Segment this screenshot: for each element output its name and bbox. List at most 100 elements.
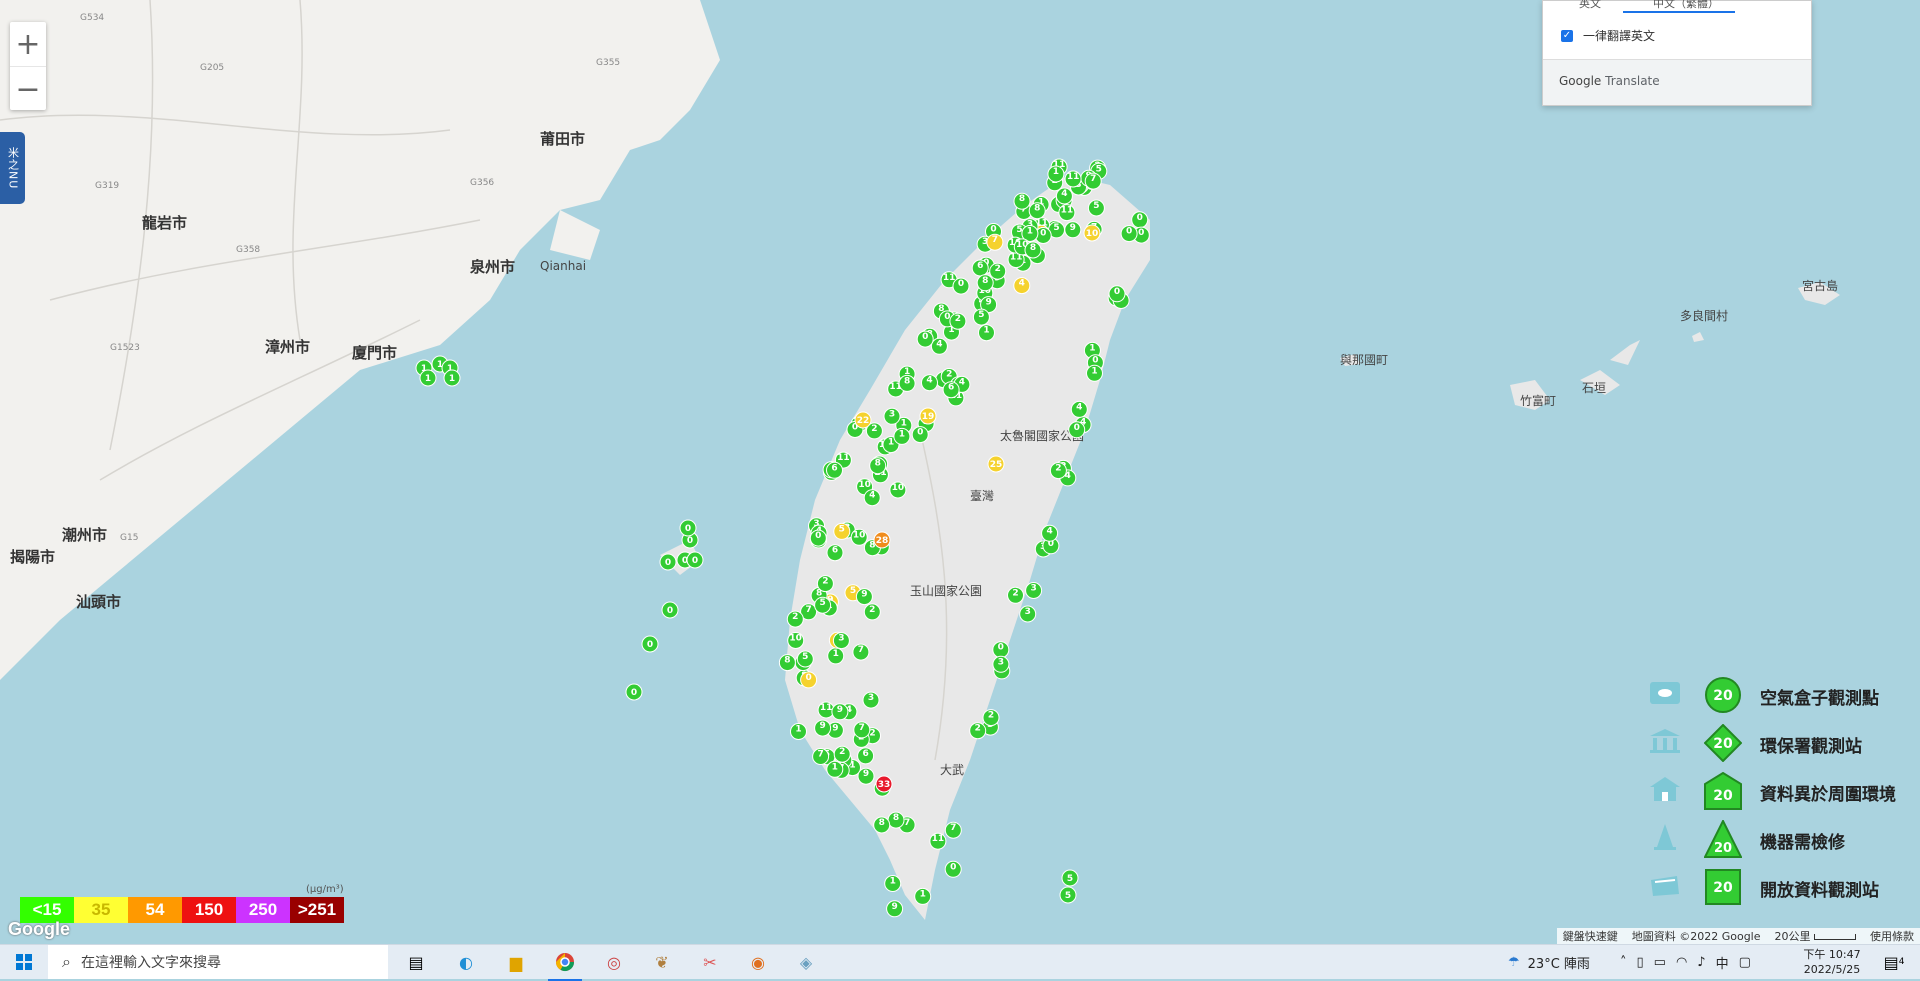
app-animal-icon[interactable]: ❦ <box>646 945 678 979</box>
sensor-marker-value: 0 <box>815 531 821 541</box>
weather-text: 23°C 陣雨 <box>1527 956 1590 972</box>
zoom-out-button[interactable]: − <box>10 67 46 111</box>
sensor-marker-value: 10 <box>858 480 871 490</box>
legend-label: 空氣盒子觀測點 <box>1760 689 1879 709</box>
city-label: 龍岩市 <box>142 214 187 232</box>
sensor-marker-value: 2 <box>822 577 828 587</box>
sensor-marker-value: 0 <box>917 428 923 438</box>
sensor-marker-value: 8 <box>879 818 885 828</box>
sensor-marker-value: 9 <box>891 902 897 912</box>
sensor-marker-value: 9 <box>863 769 869 779</box>
notification-count: 4 <box>1898 957 1905 967</box>
taskbar-search-box[interactable]: ⌕ 在這裡輸入文字來搜尋 <box>48 945 388 979</box>
sensor-marker-value: 8 <box>1030 243 1036 253</box>
checkbox-icon[interactable]: ✓ <box>1561 29 1573 42</box>
always-translate-row[interactable]: ✓ 一律翻譯英文 <box>1561 27 1655 44</box>
sensor-marker-value: 8 <box>893 813 899 823</box>
svg-text:G205: G205 <box>200 63 224 73</box>
weather-widget[interactable]: ☂ 23°C 陣雨 <box>1508 945 1590 979</box>
tab-english[interactable]: 英文 <box>1579 0 1601 11</box>
sensor-marker-value: 11 <box>837 453 850 463</box>
blender-icon[interactable]: ◉ <box>742 945 774 979</box>
tab-chinese-traditional[interactable]: 中文（繁體） <box>1653 0 1719 11</box>
sensor-marker-value: 2 <box>955 314 961 324</box>
sensor-marker-value: 1 <box>1053 167 1059 177</box>
sensor-marker-value: 4 <box>936 339 942 349</box>
svg-text:G358: G358 <box>236 245 260 255</box>
city-label: 漳州市 <box>265 338 310 356</box>
app-box-icon[interactable]: ◈ <box>790 945 822 979</box>
windows-start-icon[interactable] <box>8 945 40 979</box>
sensor-marker-value: 3 <box>998 657 1004 667</box>
map-attribution: 鍵盤快速鍵 地圖資料 ©2022 Google 20公里 使用條款 <box>1556 928 1920 944</box>
sensor-marker-value: 33 <box>878 780 891 790</box>
app-compass-icon[interactable]: ◎ <box>598 945 630 979</box>
checkbox-label: 一律翻譯英文 <box>1583 29 1656 43</box>
svg-text:20: 20 <box>1713 736 1733 752</box>
edge-browser-icon[interactable]: ◐ <box>450 945 482 979</box>
device-icon[interactable]: ▯ <box>1637 955 1644 970</box>
sensor-marker-value: 11 <box>932 834 945 844</box>
google-logo[interactable]: Google <box>8 919 70 940</box>
translate-brand: Translate <box>1605 74 1660 88</box>
sensor-marker-value: 0 <box>692 556 698 566</box>
city-label: 廈門市 <box>352 344 397 362</box>
map-canvas[interactable]: 莆田市 龍岩市 泉州市 漳州市 廈門市 潮州市 揭陽市 汕頭市 與那國町 竹富町… <box>0 0 1920 944</box>
volume-icon[interactable]: ♪ <box>1697 955 1705 970</box>
sensor-marker-value: 0 <box>631 688 637 698</box>
government-building-icon <box>1648 728 1682 754</box>
sensor-marker-value: 10 <box>1086 229 1099 239</box>
sensor-marker-value: 8 <box>875 459 881 469</box>
city-label: 汕頭市 <box>76 593 121 611</box>
clock-date: 2022/5/25 <box>1803 963 1861 976</box>
sensor-marker-value: 1 <box>983 326 989 336</box>
sensor-marker-value: 0 <box>922 332 928 342</box>
scale-unit: (μg/m³) <box>306 884 344 895</box>
svg-text:G356: G356 <box>470 178 494 188</box>
legend-item: 20 資料異於周圍環境 <box>1648 772 1920 812</box>
city-label: 竹富町 <box>1520 393 1556 408</box>
legend-label: 機器需檢修 <box>1760 833 1845 853</box>
svg-text:20: 20 <box>1713 788 1733 804</box>
sensor-marker-value: 7 <box>805 605 811 615</box>
google-brand: Google <box>1559 74 1602 88</box>
sensor-marker-value: 1 <box>888 438 894 448</box>
terms-link[interactable]: 使用條款 <box>1870 928 1914 944</box>
sensor-marker-value: 0 <box>665 558 671 568</box>
sensor-marker-value: 5 <box>839 524 845 534</box>
search-icon: ⌕ <box>62 952 71 971</box>
scale-band: 54 <box>128 897 182 923</box>
clock-time: 下午 10:47 <box>1803 948 1861 961</box>
sensor-marker-value: 6 <box>948 383 954 393</box>
sensor-marker-value: 9 <box>832 723 838 733</box>
sensor-marker-value: 10 <box>853 530 866 540</box>
svg-text:G1523: G1523 <box>110 343 140 353</box>
ime-indicator[interactable]: 中 <box>1716 953 1729 972</box>
notification-icon[interactable]: ▤ 4 <box>1876 945 1912 979</box>
region-label: 臺灣 <box>970 488 994 503</box>
translate-tabs: 英文 中文（繁體） <box>1543 0 1811 13</box>
scale-bar[interactable]: 20公里 <box>1775 928 1856 944</box>
sensor-marker-value: 5 <box>802 652 808 662</box>
sensor-marker-value: 3 <box>838 634 844 644</box>
battery-icon[interactable]: ▭ <box>1654 955 1666 970</box>
legend-item: 20 環保署觀測站 <box>1648 724 1920 764</box>
sensor-marker-value: 8 <box>982 276 988 286</box>
chrome-browser-icon[interactable] <box>548 945 582 981</box>
task-view-icon[interactable]: ▤ <box>400 945 432 979</box>
zoom-in-button[interactable]: + <box>10 22 46 67</box>
legend-badge-triangle: 20 <box>1704 820 1742 858</box>
keyboard-shortcuts-link[interactable]: 鍵盤快速鍵 <box>1563 928 1618 944</box>
sensor-marker-value: 6 <box>831 463 837 473</box>
map-data-text: 地圖資料 ©2022 Google <box>1631 930 1761 943</box>
chevron-up-icon[interactable]: ˄ <box>1620 955 1627 970</box>
wifi-icon[interactable]: ◠ <box>1676 955 1687 970</box>
file-explorer-icon[interactable]: ▆ <box>500 945 532 979</box>
app-snipping-icon[interactable]: ✂ <box>694 945 726 979</box>
sensor-marker-value: 3 <box>889 409 895 419</box>
sensor-marker-value: 1 <box>795 725 801 735</box>
input-mode-icon[interactable]: ▢ <box>1739 955 1751 970</box>
sensor-marker-value: 0 <box>998 643 1004 653</box>
side-panel-tab[interactable]: 米之NU <box>0 132 25 204</box>
taskbar-clock[interactable]: 下午 10:47 2022/5/25 <box>1800 947 1864 977</box>
